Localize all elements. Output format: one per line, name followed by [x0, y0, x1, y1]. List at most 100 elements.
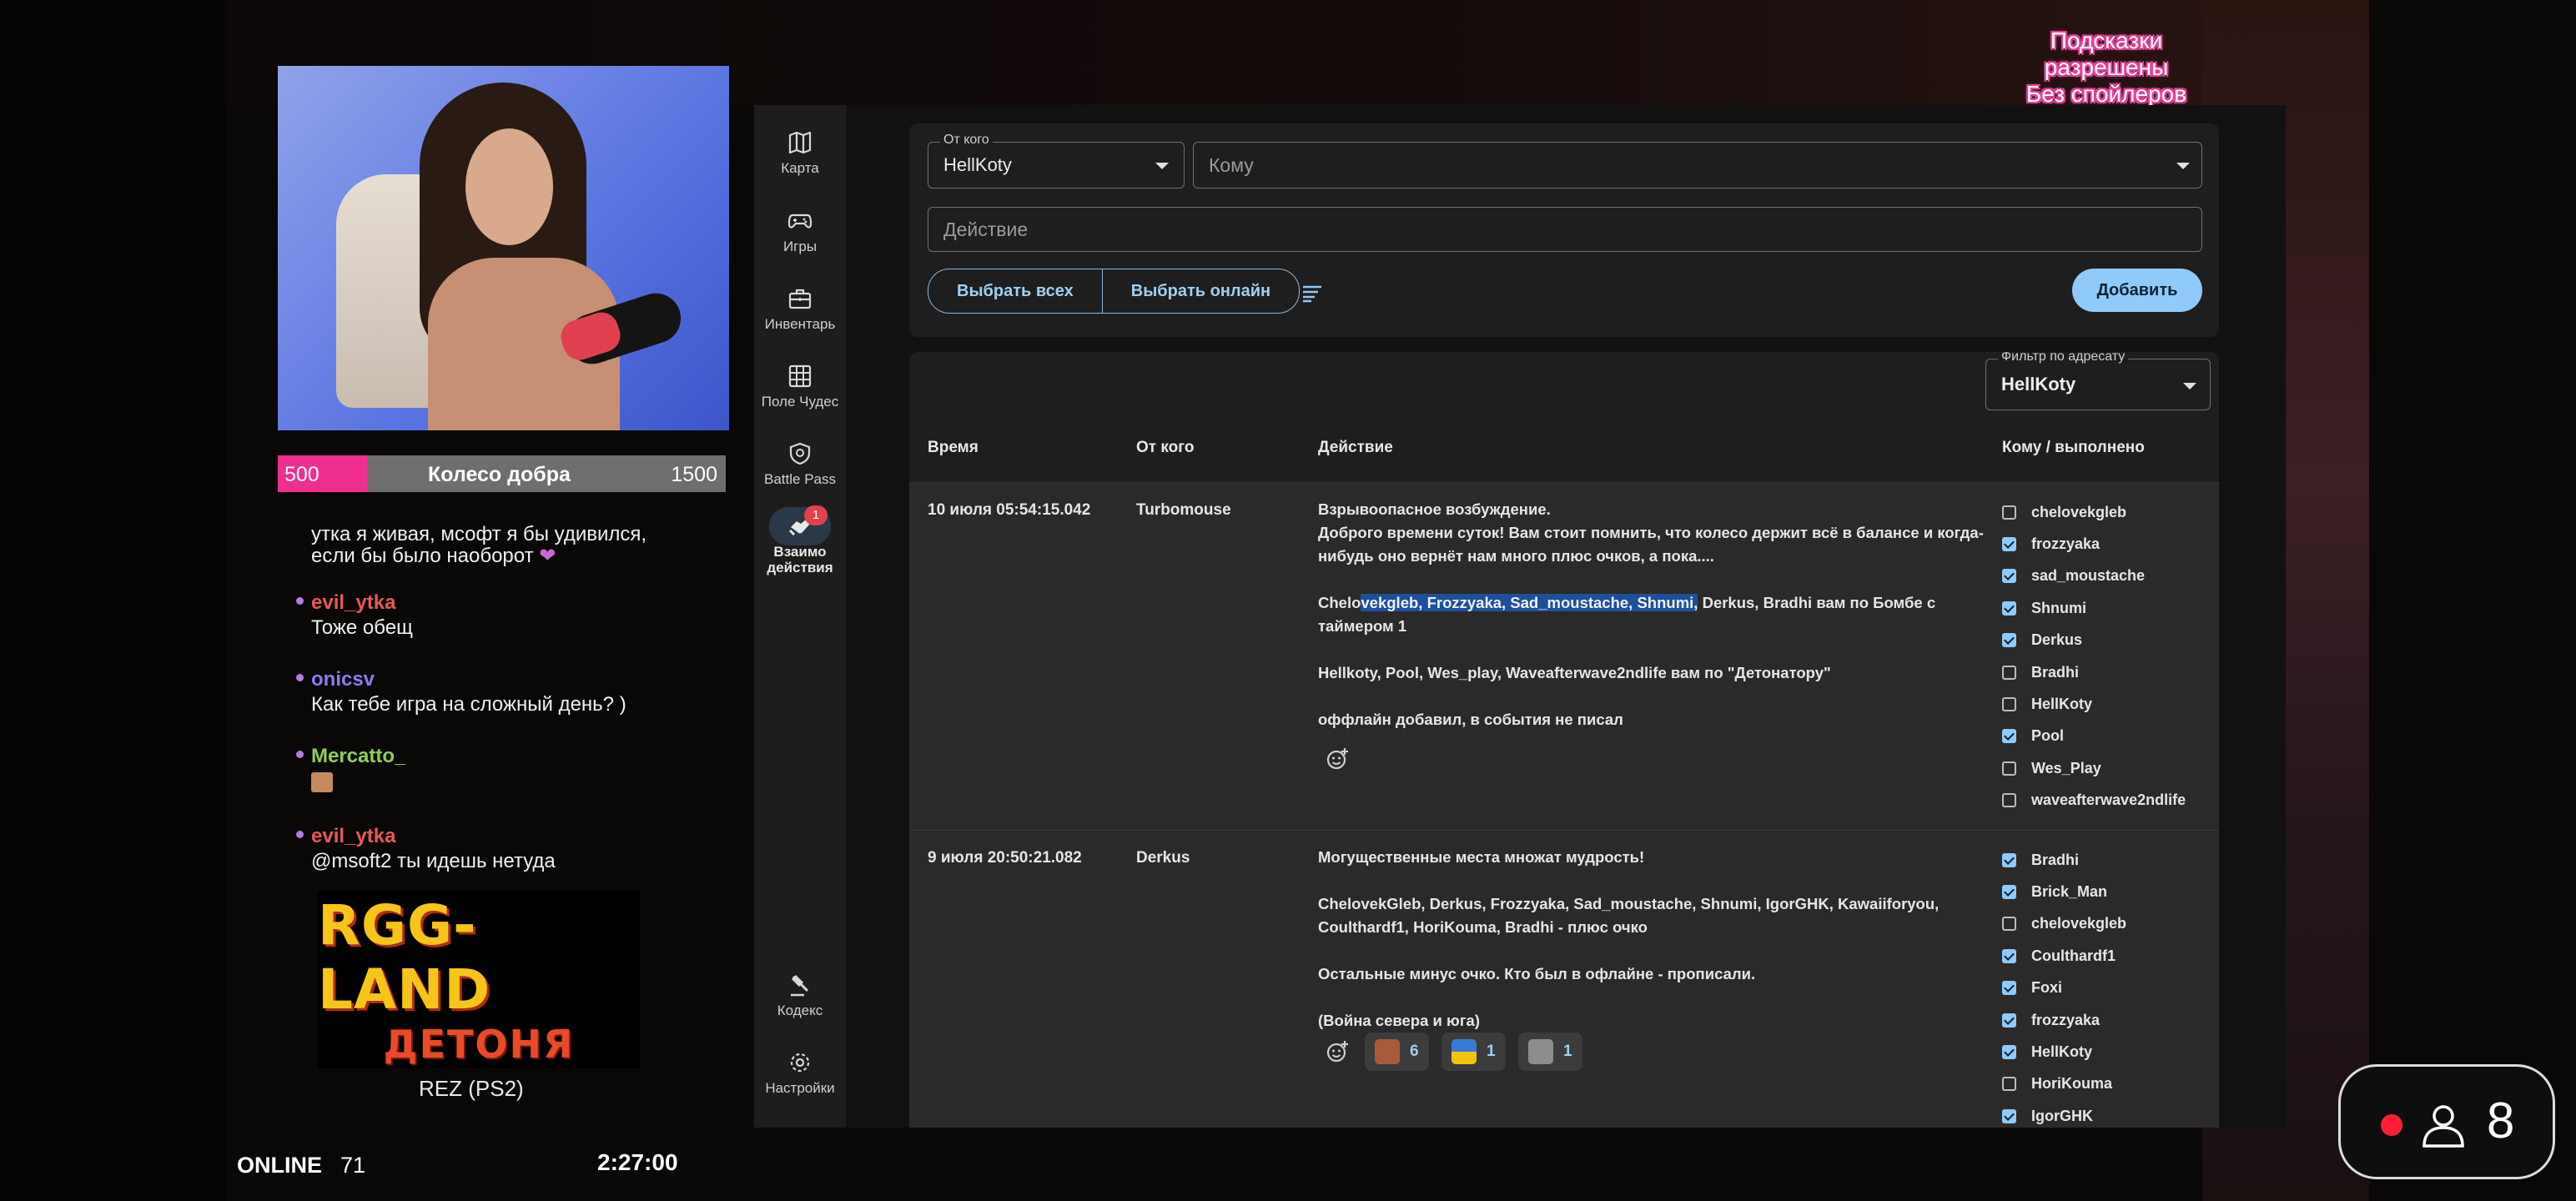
recipient-filter-select[interactable]: Фильтр по адресату HellKoty	[1985, 352, 2211, 410]
recipient-item[interactable]: Bradhi	[2002, 656, 2186, 688]
nav-item-map[interactable]: Карта	[754, 130, 846, 177]
nav-item-battle-pass[interactable]: Battle Pass	[754, 441, 846, 488]
shield-icon	[789, 442, 811, 465]
nav-item-codex[interactable]: Кодекс	[754, 972, 846, 1019]
current-game: REZ (PS2)	[419, 1076, 524, 1101]
nav-label: Игры	[782, 239, 818, 254]
chat-message: утка я живая, мсофт я бы удивился, если …	[311, 524, 647, 567]
column-header-action[interactable]: Действие	[1318, 439, 1393, 457]
reaction-chip[interactable]: 1	[1518, 1033, 1582, 1071]
column-header-to[interactable]: Кому / выполнено	[2002, 439, 2145, 457]
emote-icon	[311, 772, 333, 792]
recipient-item[interactable]: sad_moustache	[2002, 560, 2186, 592]
recipient-item[interactable]: frozzyaka	[2002, 528, 2186, 560]
viewer-count: 8	[2487, 1093, 2515, 1148]
recipient-checkbox[interactable]	[2002, 729, 2016, 744]
recipient-checkbox[interactable]	[2002, 633, 2016, 648]
recipient-checkbox[interactable]	[2002, 665, 2016, 680]
recipient-checkbox[interactable]	[2002, 569, 2016, 584]
recipient-item[interactable]: Coulthardf1	[2002, 940, 2126, 972]
goal-min: 500	[284, 463, 319, 486]
chat-username[interactable]: Mercatto_	[311, 744, 405, 769]
sort-icon[interactable]	[1301, 284, 1323, 303]
chat-message: evil_ytka Тоже обещ	[311, 590, 413, 641]
reaction-count: 1	[1487, 1043, 1496, 1060]
recipient-checkbox[interactable]	[2002, 600, 2016, 616]
recipient-checkbox[interactable]	[2002, 885, 2016, 900]
recipient-checkbox[interactable]	[2002, 1013, 2016, 1028]
table-row[interactable]: 10 июля 05:54:15.042 Turbomouse Взрывооп…	[909, 483, 2219, 831]
recipient-item[interactable]: Bradhi	[2002, 844, 2126, 876]
recipient-item[interactable]: waveafterwave2ndlife	[2002, 785, 2186, 817]
reaction-chip[interactable]: 1	[1441, 1033, 1506, 1071]
recipient-checkbox[interactable]	[2002, 1108, 2016, 1123]
recipient-item[interactable]: frozzyaka	[2002, 1004, 2126, 1036]
recipient-checkbox[interactable]	[2002, 917, 2016, 932]
recipient-item[interactable]: Derkus	[2002, 625, 2186, 656]
recipient-item[interactable]: HellKoty	[2002, 688, 2186, 720]
recipient-checkbox[interactable]	[2002, 793, 2016, 808]
recipient-name: HellKoty	[2031, 696, 2093, 713]
recipient-item[interactable]: Brick_Man	[2002, 876, 2126, 907]
hints-banner: Подсказки разрешены Без спойлеров	[1985, 28, 2227, 108]
recipient-item[interactable]: Shnumi	[2002, 592, 2186, 624]
recipient-checkbox[interactable]	[2002, 697, 2016, 712]
recipient-checkbox[interactable]	[2002, 1045, 2016, 1060]
recipient-item[interactable]: chelovekgleb	[2002, 496, 2186, 528]
nav-item-interactions[interactable]: Взаимо действия	[754, 514, 846, 575]
chevron-down-icon	[2176, 163, 2190, 169]
recipient-name: Pool	[2031, 727, 2064, 745]
nav-item-wheel-field[interactable]: Поле Чудес	[754, 364, 846, 410]
select-online-button[interactable]: Выбрать онлайн	[1101, 269, 1299, 313]
add-reaction-icon[interactable]	[1325, 1039, 1350, 1064]
select-all-button[interactable]: Выбрать всех	[928, 269, 1102, 313]
recipient-item[interactable]: HellKoty	[2002, 1036, 2126, 1068]
briefcase-icon	[788, 289, 812, 309]
nav-label: Настройки	[765, 1080, 835, 1096]
to-select[interactable]: Кому	[1193, 142, 2202, 188]
hints-line: Без спойлеров	[2025, 81, 2187, 107]
nav-item-settings[interactable]: Настройки	[754, 1050, 846, 1097]
recipient-name: frozzyaka	[2031, 535, 2101, 553]
nav-label: действия	[767, 560, 833, 575]
add-button[interactable]: Добавить	[2072, 269, 2202, 312]
column-header-from[interactable]: От кого	[1136, 439, 1195, 457]
nav-item-inventory[interactable]: Инвентарь	[754, 286, 846, 333]
donation-goal-bar: 500 Колесо добра 1500	[278, 455, 726, 492]
recipient-item[interactable]: HoriKouma	[2002, 1068, 2126, 1100]
column-header-time[interactable]: Время	[928, 439, 979, 457]
table-row[interactable]: 9 июля 20:50:21.082 Derkus Могущественны…	[909, 831, 2219, 1128]
recipient-list: Bradhi Brick_Man chelovekgleb Coulthardf…	[2002, 844, 2126, 1128]
chat-text: утка я живая, мсофт я бы удивился,	[311, 523, 647, 545]
recipient-checkbox[interactable]	[2002, 505, 2016, 520]
nav-label: Карта	[781, 160, 819, 176]
nav-item-games[interactable]: Игры	[754, 209, 846, 255]
chat-username[interactable]: onicsv	[311, 667, 626, 692]
recipient-checkbox[interactable]	[2002, 761, 2016, 776]
recipient-item[interactable]: Foxi	[2002, 972, 2126, 1004]
recipient-name: Derkus	[2031, 631, 2083, 649]
from-select[interactable]: От кого HellKoty	[928, 133, 1185, 188]
recipient-item[interactable]: IgorGHK	[2002, 1100, 2126, 1128]
logo-line2: ДЕТОНЯ	[383, 1021, 575, 1067]
recipient-item[interactable]: chelovekgleb	[2002, 908, 2126, 940]
map-icon	[788, 131, 812, 154]
recipient-name: chelovekgleb	[2031, 915, 2127, 932]
recipient-checkbox[interactable]	[2002, 981, 2016, 996]
chat-username[interactable]: evil_ytka	[311, 824, 556, 849]
recipient-checkbox[interactable]	[2002, 537, 2016, 552]
recipient-item[interactable]: Wes_Play	[2002, 752, 2186, 784]
online-label: ONLINE	[237, 1153, 323, 1178]
reaction-chip[interactable]: 6	[1365, 1033, 1429, 1071]
action-input[interactable]: Действие	[928, 207, 2202, 252]
add-reaction-icon[interactable]	[1325, 746, 1350, 771]
recipient-item[interactable]: Pool	[2002, 721, 2186, 752]
sidebar: Карта Игры Инвентарь Поле Чудес Battle P…	[754, 105, 846, 1128]
chat-text: Как тебе игра на сложный день? )	[311, 693, 626, 716]
chevron-down-icon	[1155, 163, 1169, 169]
chat-username[interactable]: evil_ytka	[311, 590, 413, 616]
recipient-checkbox[interactable]	[2002, 1077, 2016, 1092]
recipient-checkbox[interactable]	[2002, 948, 2016, 963]
recipient-checkbox[interactable]	[2002, 852, 2016, 867]
recipient-list: chelovekgleb frozzyaka sad_moustache Shn…	[2002, 496, 2186, 817]
